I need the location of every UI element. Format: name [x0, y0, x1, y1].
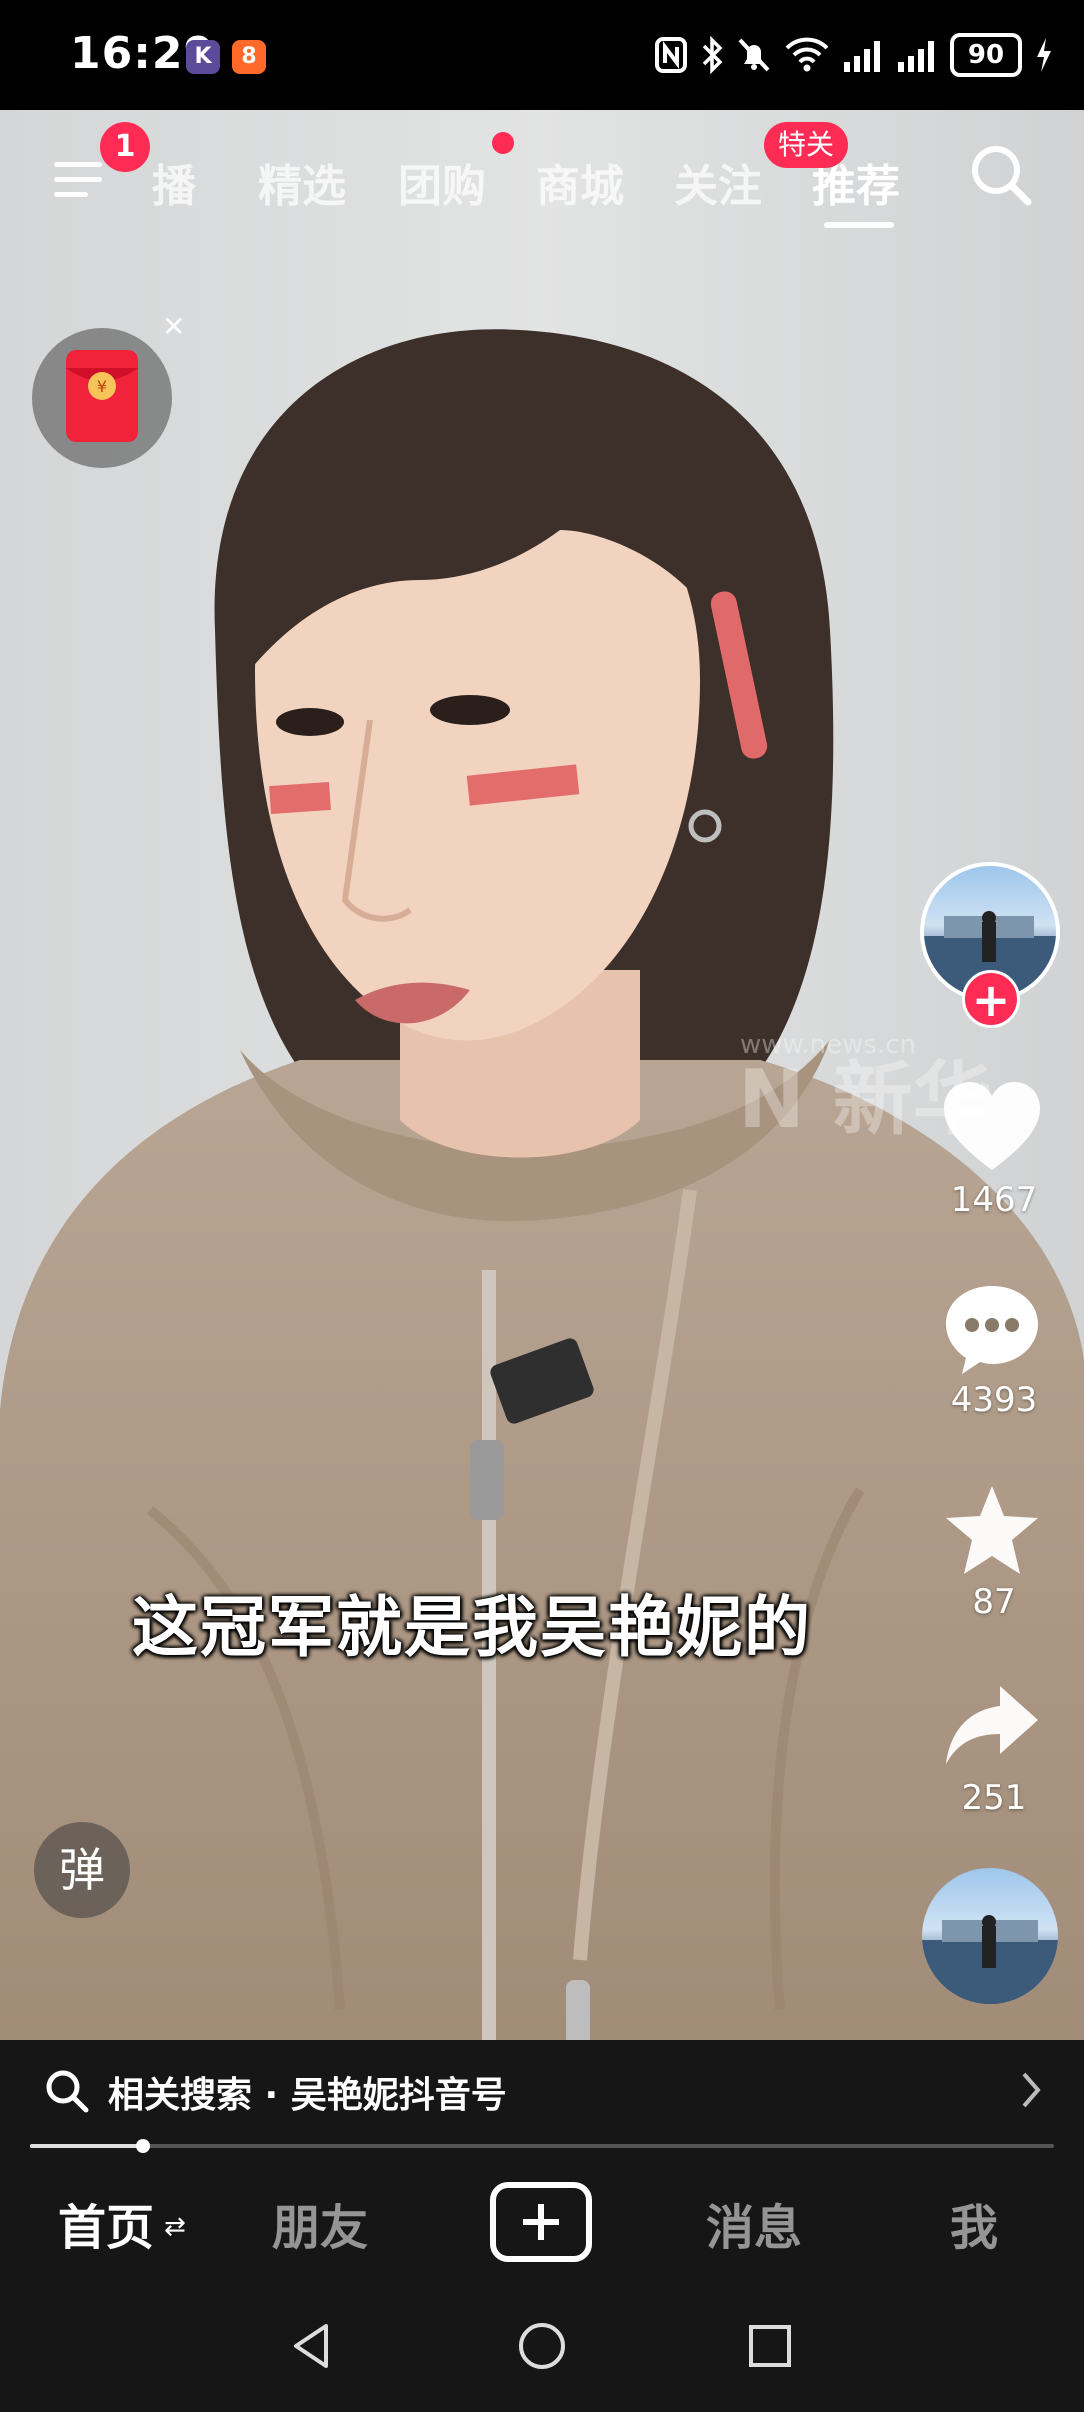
- tab-featured[interactable]: 精选: [258, 150, 346, 214]
- star-icon[interactable]: [942, 1482, 1042, 1578]
- app-screen: 16:29 K 8 90 www.news.cn N 新华 1 播 精选 团购 …: [0, 0, 1084, 2412]
- signal-icon: [898, 41, 934, 72]
- swap-icon: ⇄: [164, 2212, 186, 2242]
- tab-home[interactable]: 首页: [58, 2188, 154, 2258]
- tab-group-buy[interactable]: 团购: [398, 150, 486, 214]
- bluetooth-icon: [702, 36, 723, 74]
- share-count: 251: [961, 1778, 1027, 1818]
- svg-text:¥: ¥: [97, 377, 107, 396]
- tab-me[interactable]: 我: [950, 2188, 998, 2258]
- status-bar: 16:29 K 8 90: [0, 0, 1084, 110]
- wifi-icon: [785, 37, 829, 72]
- tab-mall[interactable]: 商城: [536, 150, 624, 214]
- system-navigation-bar: [0, 2278, 1084, 2412]
- red-packet-button[interactable]: ¥: [32, 328, 172, 468]
- back-icon[interactable]: [284, 2318, 340, 2374]
- music-disc-avatar[interactable]: [922, 1868, 1058, 2004]
- heart-icon[interactable]: [940, 1080, 1044, 1176]
- progress-fill: [30, 2144, 143, 2148]
- menu-icon[interactable]: [48, 150, 108, 210]
- related-search-bar[interactable]: 相关搜索 · 吴艳妮抖音号: [0, 2040, 1084, 2140]
- comment-icon[interactable]: [942, 1280, 1042, 1376]
- notification-app-icon: K: [186, 40, 220, 74]
- signal-icon: [844, 41, 880, 72]
- battery-indicator: 90: [950, 33, 1022, 77]
- comment-count: 4393: [950, 1380, 1038, 1420]
- search-icon: [46, 2070, 89, 2113]
- tab-messages[interactable]: 消息: [706, 2188, 802, 2258]
- related-search-text: 相关搜索 · 吴艳妮抖音号: [108, 2075, 507, 2116]
- recents-icon[interactable]: [742, 2318, 798, 2374]
- notification-app-icon: 8: [232, 40, 266, 74]
- share-icon[interactable]: [942, 1680, 1042, 1770]
- active-tab-indicator: [824, 222, 894, 228]
- danmaku-toggle-button[interactable]: 弹: [34, 1822, 130, 1918]
- search-icon[interactable]: [966, 140, 1036, 210]
- chevron-right-icon: [1022, 2072, 1041, 2108]
- like-count: 1467: [950, 1180, 1038, 1220]
- progress-track: [30, 2139, 1054, 2153]
- mute-bell-icon: [738, 38, 770, 72]
- charging-icon: [1037, 38, 1051, 72]
- home-icon[interactable]: [514, 2318, 570, 2374]
- music-disc-photo: [922, 1915, 1058, 2004]
- special-follow-badge: 特关: [764, 122, 849, 168]
- video-subtitle: 这冠军就是我吴艳妮的: [132, 1589, 812, 1666]
- tab-friends[interactable]: 朋友: [272, 2188, 368, 2258]
- create-button[interactable]: [490, 2182, 592, 2262]
- bottom-tab-bar: 首页 ⇄ 朋友 消息 我: [0, 2168, 1084, 2278]
- plus-icon: [523, 2204, 559, 2240]
- nfc-icon: [655, 37, 687, 73]
- red-envelope-icon: ¥: [66, 350, 138, 442]
- close-icon[interactable]: ✕: [162, 310, 185, 343]
- group-buy-dot: [492, 132, 514, 154]
- status-indicators: 90: [654, 30, 1054, 80]
- video-progress[interactable]: [0, 2139, 1084, 2168]
- menu-notification-badge: 1: [100, 122, 150, 172]
- follow-plus-button[interactable]: +: [962, 970, 1020, 1028]
- progress-handle[interactable]: [135, 2139, 150, 2153]
- tab-live[interactable]: 播: [152, 150, 196, 214]
- tab-following[interactable]: 关注: [674, 150, 762, 214]
